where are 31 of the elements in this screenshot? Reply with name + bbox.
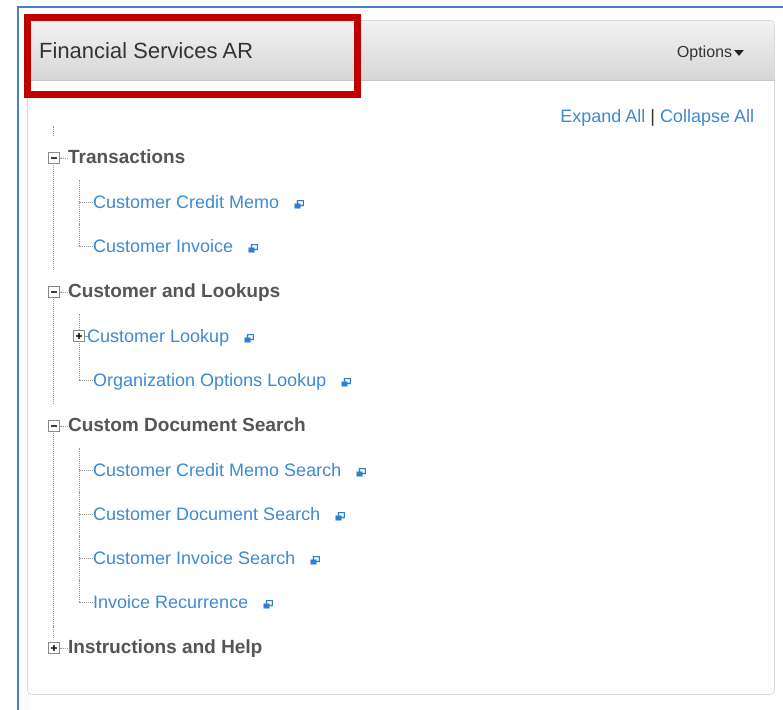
caret-icon [734,50,744,56]
tree-link[interactable]: Customer Lookup [87,322,230,350]
tree-link[interactable]: Customer Invoice [93,232,234,260]
collapse-toggle-icon[interactable] [48,420,60,432]
expand-toggle-icon[interactable] [48,642,60,654]
section-heading[interactable]: Instructions and Help [68,634,262,662]
tree-link[interactable]: Customer Document Search [93,500,320,528]
tree-link[interactable]: Invoice Recurrence [93,588,248,616]
section-heading[interactable]: Custom Document Search [68,412,306,440]
tree-link[interactable]: Customer Credit Memo [93,188,280,216]
stacked-squares-icon[interactable] [244,334,254,342]
stacked-squares-icon[interactable] [248,244,258,252]
section-heading[interactable]: Customer and Lookups [68,278,280,306]
collapse-all-link[interactable]: Collapse All [660,103,754,130]
stacked-squares-icon[interactable] [335,512,346,520]
tree-link[interactable]: Organization Options Lookup [93,366,326,394]
stacked-squares-icon[interactable] [341,378,352,386]
tree-link[interactable]: Customer Invoice Search [93,544,296,572]
stacked-squares-icon[interactable] [356,468,366,476]
stacked-squares-icon[interactable] [263,600,274,608]
section-heading[interactable]: Transactions [68,144,186,172]
options-menu-button[interactable]: Options [676,36,744,64]
stacked-squares-icon[interactable] [294,200,304,208]
stacked-squares-icon[interactable] [310,556,320,564]
expand-toggle-icon[interactable] [73,330,85,342]
tree-link[interactable]: Customer Credit Memo Search [93,456,342,484]
collapse-toggle-icon[interactable] [48,286,60,298]
separator: | [650,105,655,128]
expand-all-link[interactable]: Expand All [560,103,646,130]
panel-title: Financial Services AR [39,37,253,65]
collapse-toggle-icon[interactable] [48,152,60,164]
